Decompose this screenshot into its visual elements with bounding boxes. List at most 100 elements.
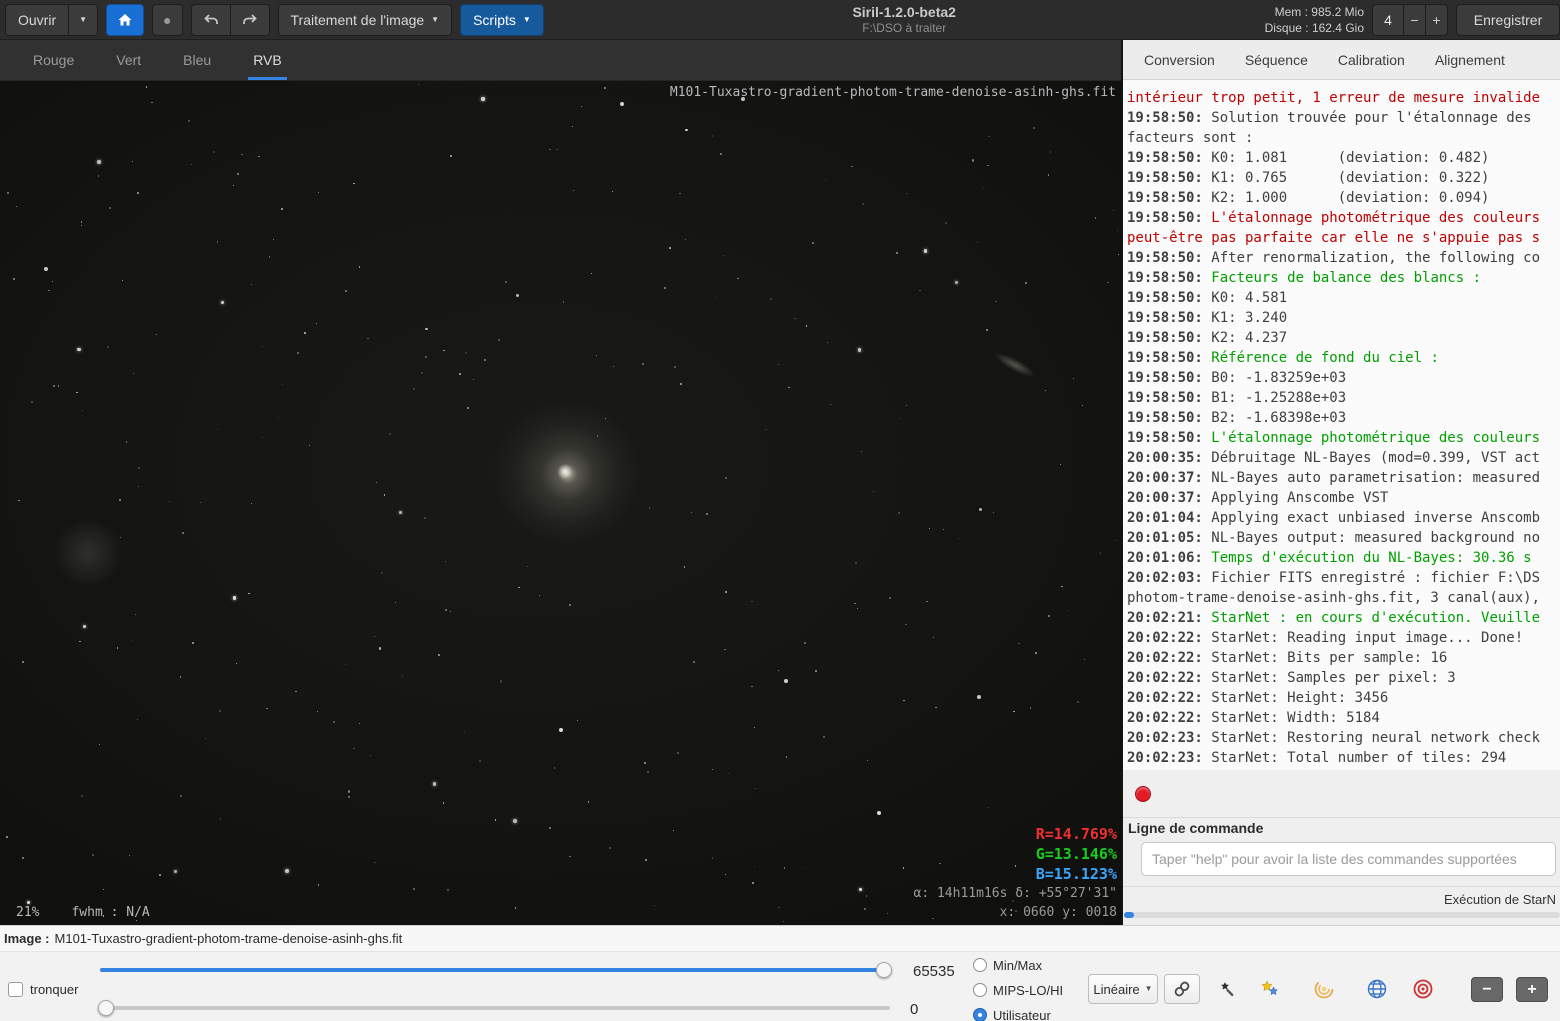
high-threshold-slider[interactable]: [100, 962, 890, 978]
pixel-coords: x: 0660 y: 0018: [914, 903, 1118, 922]
photometry-button[interactable]: [1405, 972, 1441, 1006]
log-line: 19:58:50: Solution trouvée pour l'étalon…: [1127, 108, 1560, 128]
spinner-decrement-button[interactable]: −: [1403, 5, 1425, 35]
slider-fill: [100, 968, 884, 972]
log-line: 20:00:35: Débruitage NL-Bayes (mod=0.399…: [1127, 448, 1560, 468]
star-mask-button[interactable]: [1210, 972, 1246, 1006]
image-processing-menu-button[interactable]: Traitement de l'image▼: [278, 4, 453, 36]
channel-tab-rouge[interactable]: Rouge: [12, 40, 95, 80]
radio-icon: [973, 958, 987, 972]
log-message: B2: -1.68398e+03: [1211, 410, 1346, 426]
open-button[interactable]: Ouvrir: [5, 4, 69, 36]
log-message: StarNet: Restoring neural network check: [1211, 730, 1540, 746]
log-line: 19:58:50: K1: 3.240: [1127, 308, 1560, 328]
log-line: 20:02:23: StarNet: Total number of tiles…: [1127, 748, 1560, 768]
chevron-down-icon: ▼: [431, 16, 439, 24]
log-timestamp: 19:58:50:: [1127, 150, 1211, 166]
spiral-galaxy-icon: [1313, 978, 1335, 1000]
radio-utilisateur[interactable]: Utilisateur: [973, 1005, 1063, 1021]
home-button[interactable]: [106, 4, 144, 36]
radio-min-max[interactable]: Min/Max: [973, 955, 1063, 975]
command-input[interactable]: [1141, 842, 1556, 876]
undo-redo-group: [191, 4, 270, 36]
log-console[interactable]: intérieur trop petit, 1 erreur de mesure…: [1123, 80, 1560, 770]
log-line: 19:58:50: K0: 4.581: [1127, 288, 1560, 308]
celestial-grid-button[interactable]: [1359, 972, 1395, 1006]
log-timestamp: 20:01:06:: [1127, 550, 1211, 566]
redo-button[interactable]: [231, 4, 270, 36]
channel-tab-bleu[interactable]: Bleu: [162, 40, 232, 80]
log-line: 20:02:22: StarNet: Reading input image..…: [1127, 628, 1560, 648]
galaxy-annotations-button[interactable]: [1306, 972, 1342, 1006]
chevron-down-icon: ▼: [523, 16, 531, 24]
memory-status: Mem : 985.2 Mio: [1265, 4, 1364, 20]
log-message: K2: 4.237: [1211, 330, 1287, 346]
log-message: facteurs sont :: [1127, 130, 1253, 146]
home-icon: [117, 12, 133, 28]
log-line: 19:58:50: K0: 1.081 (deviation: 0.482): [1127, 148, 1560, 168]
radio-label: MIPS-LO/HI: [993, 983, 1063, 998]
log-message: StarNet: Samples per pixel: 3: [1211, 670, 1455, 686]
channel-tab-vert[interactable]: Vert: [95, 40, 162, 80]
record-button[interactable]: ●: [152, 4, 182, 36]
tab-conversion[interactable]: Conversion: [1129, 40, 1230, 79]
tab-alignement[interactable]: Alignement: [1420, 40, 1520, 79]
log-message: Débruitage NL-Bayes (mod=0.399, VST act: [1211, 450, 1540, 466]
log-timestamp: 19:58:50:: [1127, 370, 1211, 386]
open-dropdown-button[interactable]: ▼: [69, 4, 98, 36]
channel-link-button[interactable]: [1164, 974, 1200, 1004]
log-line: 20:02:22: StarNet: Width: 5184: [1127, 708, 1560, 728]
truncate-checkbox[interactable]: [8, 982, 23, 997]
log-timestamp: 20:00:35:: [1127, 450, 1211, 466]
target-icon: [1412, 978, 1434, 1000]
save-button[interactable]: Enregistrer: [1456, 4, 1560, 36]
zoom-in-button[interactable]: +: [1516, 977, 1548, 1002]
scripts-menu-button[interactable]: Scripts▼: [460, 4, 544, 36]
tab-sequence[interactable]: Séquence: [1230, 40, 1323, 79]
undo-icon: [202, 11, 220, 29]
process-status: Exécution de StarN: [1444, 892, 1556, 907]
log-message: StarNet: Bits per sample: 16: [1211, 650, 1447, 666]
star-annotations-button[interactable]: [1252, 972, 1288, 1006]
log-timestamp: 20:02:22:: [1127, 650, 1211, 666]
low-slider-handle[interactable]: [98, 1000, 114, 1016]
log-message: L'étalonnage photométrique des couleurs: [1211, 210, 1540, 226]
log-line: 20:02:23: StarNet: Restoring neural netw…: [1127, 728, 1560, 748]
display-mode-dropdown[interactable]: Linéaire▼: [1088, 974, 1158, 1004]
log-message: Temps d'exécution du NL-Bayes: 30.36 s: [1211, 550, 1531, 566]
undo-button[interactable]: [191, 4, 231, 36]
image-viewport[interactable]: M101-Tuxastro-gradient-photom-trame-deno…: [0, 81, 1121, 925]
log-line: 20:01:05: NL-Bayes output: measured back…: [1127, 528, 1560, 548]
log-timestamp: 20:02:22:: [1127, 630, 1211, 646]
log-timestamp: 20:02:22:: [1127, 670, 1211, 686]
truncate-option[interactable]: tronquer: [8, 982, 78, 997]
galaxy-core: [557, 464, 573, 479]
log-message: L'étalonnage photométrique des couleurs: [1211, 430, 1540, 446]
tab-calibration[interactable]: Calibration: [1323, 40, 1420, 79]
spinner-increment-button[interactable]: +: [1425, 5, 1447, 35]
log-timestamp: 20:02:03:: [1127, 570, 1211, 586]
log-timestamp: 19:58:50:: [1127, 190, 1211, 206]
low-threshold-slider[interactable]: [100, 1000, 890, 1016]
radio-mips-lo-hi[interactable]: MIPS-LO/HI: [973, 980, 1063, 1000]
log-line: 20:01:04: Applying exact unbiased invers…: [1127, 508, 1560, 528]
zoom-out-button[interactable]: −: [1471, 977, 1503, 1002]
open-button-group: Ouvrir ▼: [5, 4, 98, 36]
log-message: K2: 1.000 (deviation: 0.094): [1211, 190, 1489, 206]
log-line: 20:02:22: StarNet: Bits per sample: 16: [1127, 648, 1560, 668]
spinner-value[interactable]: 4: [1373, 5, 1403, 35]
stars-icon: [1260, 979, 1280, 999]
link-icon: [1173, 980, 1191, 998]
stop-button[interactable]: [1131, 782, 1155, 806]
display-controls: tronquer 65535 0 Min/MaxMIPS-LO/HIUtilis…: [0, 952, 1560, 1021]
log-message: photom-trame-denoise-asinh-ghs.fit, 3 ca…: [1127, 590, 1540, 606]
channel-tab-rvb[interactable]: RVB: [232, 40, 303, 80]
log-line: 19:58:50: B0: -1.83259e+03: [1127, 368, 1560, 388]
working-directory: F:\DSO à traiter: [552, 21, 1257, 35]
log-message: StarNet: Height: 3456: [1211, 690, 1388, 706]
high-slider-handle[interactable]: [876, 962, 892, 978]
log-line: 20:01:06: Temps d'exécution du NL-Bayes:…: [1127, 548, 1560, 568]
process-tabs: ConversionSéquenceCalibrationAlignement: [1123, 40, 1560, 80]
progress-bar: [1124, 912, 1560, 918]
log-line: 20:02:22: StarNet: Height: 3456: [1127, 688, 1560, 708]
